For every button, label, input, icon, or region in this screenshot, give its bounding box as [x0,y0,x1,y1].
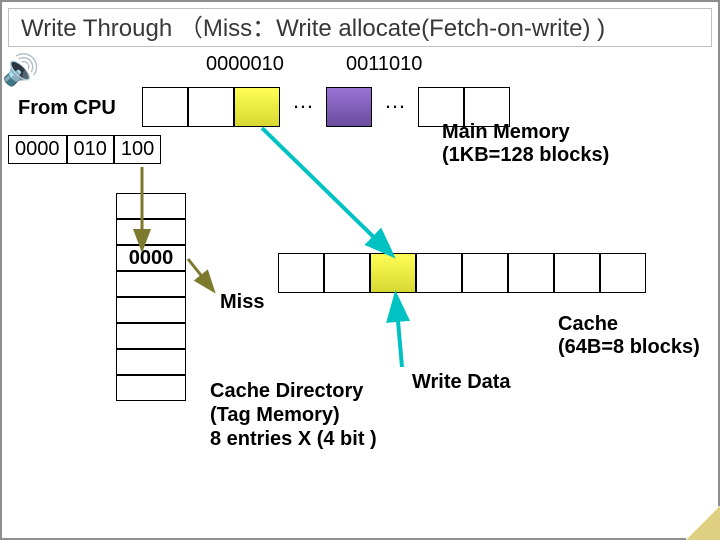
slide: Write Through （Miss：Write allocate(Fetch… [0,0,720,540]
from-cpu-label: From CPU [18,97,116,120]
tag-cell-value: 0000 [116,245,186,271]
arrow-writedata-to-cache [396,298,402,367]
addr-index: 010 [67,135,114,164]
cache-cell [416,253,462,293]
addr-tag: 0000 [8,135,67,164]
tag-cell [116,297,186,323]
cache-row [278,253,646,293]
tag-cell [116,271,186,297]
write-data-label: Write Data [412,371,511,394]
cache-line1: Cache [558,313,700,336]
slide-title: Write Through （Miss：Write allocate(Fetch… [21,15,699,44]
tag-cell [116,219,186,245]
page-curl [686,506,720,540]
cache-cell [324,253,370,293]
miss-label: Miss [220,291,264,314]
arrow-mem-to-cache [262,128,390,253]
diagram-stage: 0000010 0011010 … … From CPU 0000 010 10… [2,53,718,503]
tag-cell [116,375,186,401]
cache-directory-label: Cache Directory (Tag Memory) 8 entries X… [210,379,377,451]
cache-cell [554,253,600,293]
mem-cell [188,87,234,127]
cache-label: Cache (64B=8 blocks) [558,313,700,359]
tag-cell [116,349,186,375]
cpu-address: 0000 010 100 [8,135,161,164]
dir-line3: 8 entries X (4 bit ) [210,427,377,451]
title-box: Write Through （Miss：Write allocate(Fetch… [8,8,712,47]
tag-cell [116,193,186,219]
mem-addr-1: 0000010 [206,53,284,76]
cache-cell [278,253,324,293]
mem-cell [142,87,188,127]
ellipsis: … [280,87,326,127]
main-memory-line2: (1KB=128 blocks) [442,144,609,167]
tag-memory-column: 0000 [116,193,186,401]
mem-cell-addr2 [326,87,372,127]
speaker-icon: 🔊 [2,54,39,87]
main-memory-label: Main Memory (1KB=128 blocks) [442,121,609,167]
ellipsis: … [372,87,418,127]
main-memory-line1: Main Memory [442,121,609,144]
cache-cell [508,253,554,293]
dir-line1: Cache Directory [210,379,377,403]
arrow-tag-to-miss [188,259,212,289]
cache-cell [462,253,508,293]
tag-cell [116,323,186,349]
mem-cell-addr1 [234,87,280,127]
dir-line2: (Tag Memory) [210,403,377,427]
cache-cell-hit [370,253,416,293]
cache-line2: (64B=8 blocks) [558,336,700,359]
mem-addr-2: 0011010 [346,53,422,76]
cache-cell [600,253,646,293]
addr-offset: 100 [114,135,161,164]
